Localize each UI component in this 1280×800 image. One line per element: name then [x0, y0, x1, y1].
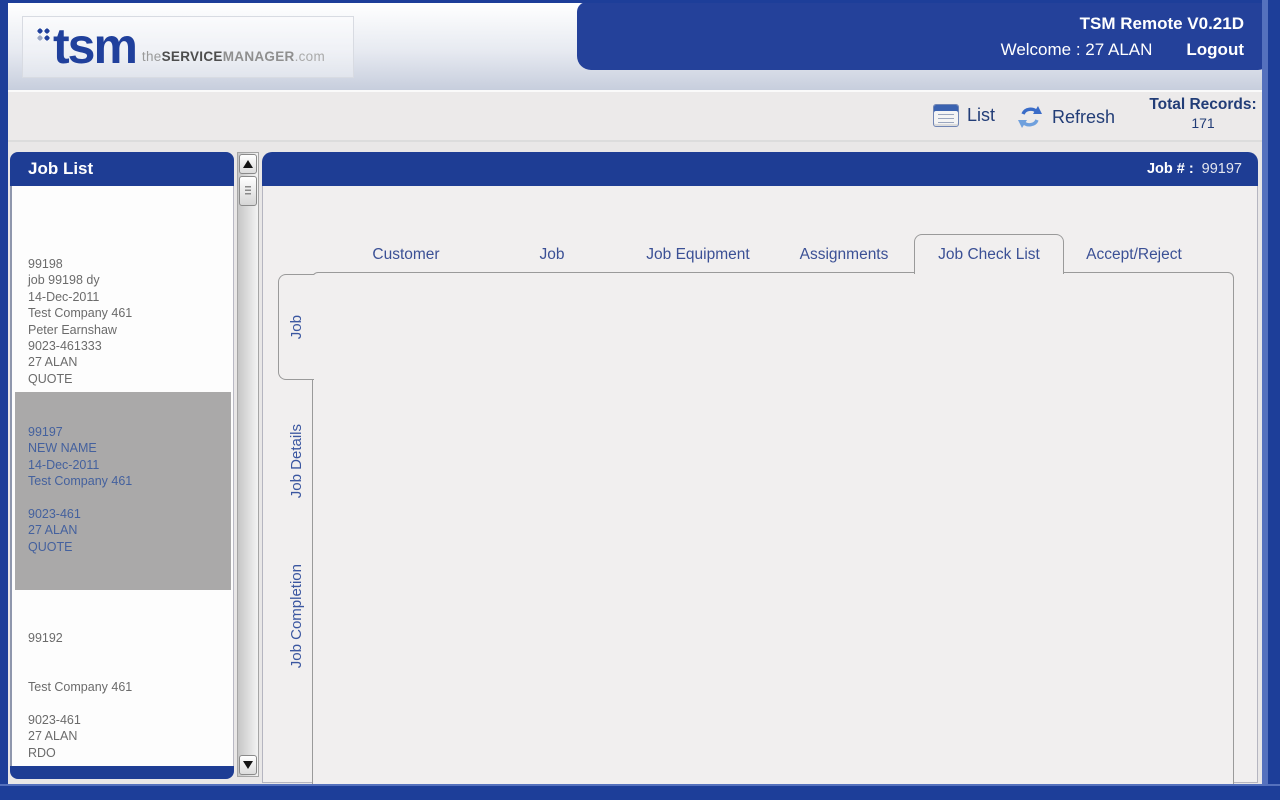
logout-button[interactable]: Logout — [1186, 40, 1244, 59]
job-number-value: 99197 — [1202, 161, 1242, 177]
job-company: Test Company 461 — [28, 679, 227, 695]
check-list-content-box — [312, 272, 1234, 792]
job-phone: 9023-461 — [28, 506, 231, 522]
job-number: 99198 — [28, 256, 227, 272]
job-phone: 9023-461333 — [28, 338, 227, 354]
logo-the: the — [142, 49, 162, 64]
job-contact: Peter Earnshaw — [28, 322, 227, 338]
tsm-logo: tsm theSERVICEMANAGER.com — [22, 16, 354, 78]
total-records-value: 171 — [1133, 115, 1273, 131]
tab-accept-reject[interactable]: Accept/Reject — [1086, 246, 1182, 264]
app-title-panel: TSM Remote V0.21D Welcome : 27 ALAN Logou… — [577, 2, 1272, 70]
job-detail-panel: Job # : 99197 Customer Job Job Equipment… — [262, 152, 1258, 783]
job-tech: 27 ALAN — [28, 728, 227, 744]
tsm-logo-domain: theSERVICEMANAGER.com — [142, 49, 325, 64]
scroll-up-button[interactable] — [239, 154, 257, 174]
scrollbar-thumb[interactable] — [239, 176, 257, 206]
job-contact — [28, 696, 227, 712]
side-tab-job-completion[interactable]: Job Completion — [278, 539, 314, 694]
tab-job-equipment[interactable]: Job Equipment — [646, 246, 749, 264]
job-number-label: Job # : — [1147, 161, 1194, 177]
job-date: 14-Dec-2011 — [28, 289, 227, 305]
refresh-button[interactable]: Refresh — [1016, 104, 1115, 130]
job-phone: 9023-461 — [28, 712, 227, 728]
logo-manager: MANAGER — [223, 49, 295, 64]
side-tab-job-details-label: Job Details — [288, 424, 305, 498]
arrow-down-icon — [243, 761, 253, 769]
refresh-icon — [1016, 104, 1044, 130]
side-tab-job-completion-label: Job Completion — [288, 564, 305, 668]
toolbar: List Refresh Total Records: 171 — [8, 90, 1262, 142]
side-tab-job-label: Job — [288, 315, 305, 339]
app-title: TSM Remote V0.21D — [1080, 14, 1244, 34]
job-list-panel: Job List 99198 job 99198 dy 14-Dec-2011 … — [10, 152, 234, 779]
window-frame-top — [0, 0, 1280, 3]
list-button[interactable]: List — [933, 104, 995, 127]
total-records: Total Records: 171 — [1133, 94, 1273, 131]
tab-job-check-list-label[interactable]: Job Check List — [938, 246, 1040, 264]
tab-customer[interactable]: Customer — [372, 246, 439, 264]
job-date: 14-Dec-2011 — [28, 457, 231, 473]
job-list-item-99197-selected[interactable]: 99197 NEW NAME 14-Dec-2011 Test Company … — [15, 392, 231, 590]
job-status: RDO — [28, 745, 227, 761]
job-list-scrollbar[interactable] — [237, 152, 259, 777]
scroll-down-button[interactable] — [239, 755, 257, 775]
logo-com: .com — [295, 49, 325, 64]
job-list-item-99198[interactable]: 99198 job 99198 dy 14-Dec-2011 Test Comp… — [28, 256, 227, 387]
job-list-title: Job List — [10, 152, 234, 186]
job-company: Test Company 461 — [28, 473, 231, 489]
arrow-up-icon — [243, 160, 253, 168]
tab-assignments[interactable]: Assignments — [800, 246, 889, 264]
job-status: QUOTE — [28, 539, 231, 555]
app-window: tsm theSERVICEMANAGER.com TSM Remote V0.… — [0, 0, 1280, 800]
side-tab-job-details[interactable]: Job Details — [278, 389, 314, 534]
job-list-footer — [10, 766, 234, 779]
job-contact — [28, 490, 231, 506]
job-tech: 27 ALAN — [28, 354, 227, 370]
job-date — [28, 663, 227, 679]
total-records-label: Total Records: — [1133, 96, 1273, 114]
job-list-body: 99198 job 99198 dy 14-Dec-2011 Test Comp… — [10, 186, 234, 766]
job-tech: 27 ALAN — [28, 522, 231, 538]
list-button-label: List — [967, 105, 995, 126]
job-status: QUOTE — [28, 371, 227, 387]
job-detail-body: Customer Job Job Equipment Assignments J… — [262, 186, 1258, 783]
window-frame-bottom — [0, 784, 1280, 800]
logo-service: SERVICE — [162, 49, 223, 64]
tab-job[interactable]: Job — [540, 246, 565, 264]
refresh-button-label: Refresh — [1052, 107, 1115, 128]
window-frame-left — [0, 0, 8, 800]
job-name: job 99198 dy — [28, 272, 227, 288]
job-company: Test Company 461 — [28, 305, 227, 321]
side-tab-job-active[interactable]: Job — [278, 274, 314, 380]
job-list-item-99192[interactable]: 99192 Test Company 461 9023-461 27 ALAN … — [28, 630, 227, 761]
tsm-logo-text: tsm — [53, 26, 136, 67]
tsm-logo-dots-icon — [37, 28, 50, 41]
job-number: 99197 — [28, 424, 231, 440]
job-name — [28, 646, 227, 662]
job-number-bar: Job # : 99197 — [262, 152, 1258, 186]
list-icon — [933, 104, 959, 127]
job-name: NEW NAME — [28, 440, 231, 456]
welcome-text: Welcome : 27 ALAN — [1001, 40, 1153, 59]
window-frame-right — [1262, 0, 1280, 800]
job-number: 99192 — [28, 630, 227, 646]
